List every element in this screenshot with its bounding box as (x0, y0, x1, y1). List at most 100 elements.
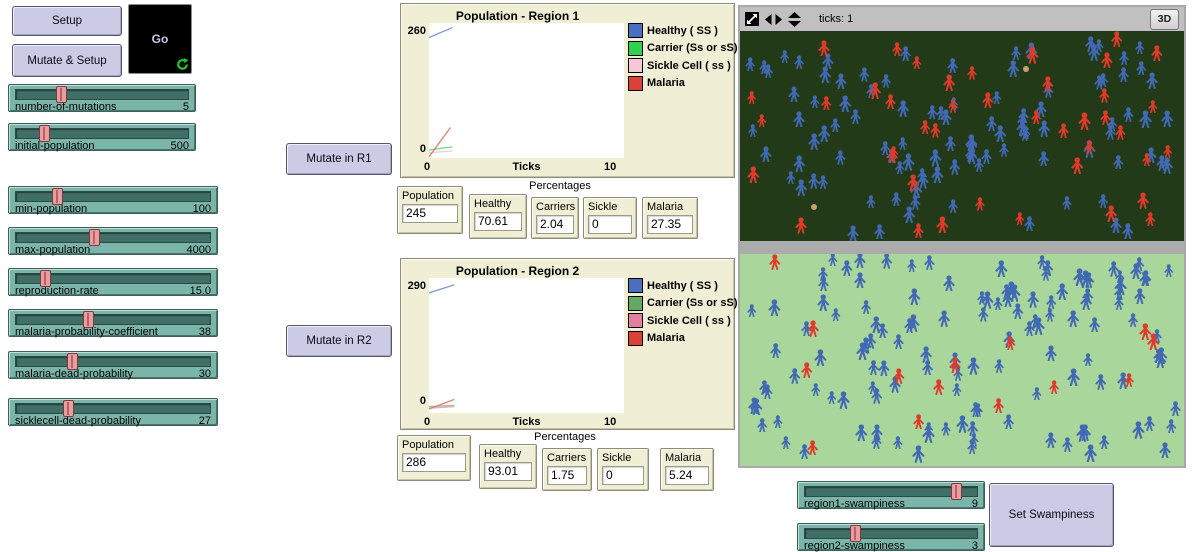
plot-canvas (429, 278, 624, 413)
mutate-and-setup-button[interactable]: Mutate & Setup (12, 44, 122, 77)
plot-region-1: Population - Region 1 260 0 0 Ticks 10 H… (400, 3, 735, 178)
legend-swatch-malaria (628, 76, 643, 91)
slider-region2-swampiness[interactable]: region2-swampiness3 (797, 523, 985, 551)
legend-item: Sickle Cell ( ss ) (628, 58, 737, 73)
slider-max-population[interactable]: max-population4000 (8, 227, 218, 255)
horizontal-arrows-icon[interactable] (765, 14, 782, 25)
region-divider (740, 241, 1184, 254)
go-button[interactable]: Go (128, 4, 192, 74)
population-monitor-r1: Population 245 (397, 186, 463, 234)
legend-swatch-sickle (628, 58, 643, 73)
slider-track[interactable] (15, 314, 211, 325)
monitor-label: Malaria (647, 201, 693, 214)
carriers-monitor-r1: Carriers 2.04 (531, 197, 579, 239)
legend-label: Malaria (647, 332, 685, 344)
mosquito-dot (1023, 66, 1029, 72)
x-axis-label: Ticks (429, 416, 624, 428)
slider-track[interactable] (804, 486, 978, 497)
world-view: ticks: 1 3D (738, 5, 1186, 468)
monitor-value: 27.35 (647, 215, 693, 234)
malaria-monitor-r2: Malaria 5.24 (660, 448, 714, 491)
legend-swatch-sickle (628, 313, 643, 328)
slider-handle[interactable] (63, 400, 74, 417)
slider-handle[interactable] (52, 188, 63, 205)
legend-item: Healthy ( SS ) (628, 278, 737, 293)
monitor-value: 286 (402, 453, 466, 472)
plot-canvas (429, 23, 624, 158)
sickle-monitor-r1: Sickle 0 (583, 197, 637, 239)
view-3d-button[interactable]: 3D (1150, 9, 1179, 30)
monitor-label: Healthy (484, 448, 532, 461)
slider-handle[interactable] (951, 483, 962, 500)
slider-track[interactable] (804, 528, 978, 539)
set-swampiness-button[interactable]: Set Swampiness (989, 483, 1114, 547)
slider-handle[interactable] (56, 86, 67, 103)
monitor-value: 0 (602, 466, 644, 485)
monitor-label: Sickle (588, 201, 632, 214)
setup-button[interactable]: Setup (12, 6, 122, 36)
slider-min-population[interactable]: min-population 100 (8, 186, 218, 214)
slider-label: min-population (15, 204, 87, 215)
forever-icon (176, 58, 189, 71)
slider-track[interactable] (15, 191, 211, 202)
slider-handle[interactable] (89, 229, 100, 246)
slider-handle[interactable] (67, 353, 78, 370)
slider-malaria-dead-probability[interactable]: malaria-dead-probability30 (8, 351, 218, 379)
monitor-value: 70.61 (474, 212, 522, 231)
monitor-value: 1.75 (547, 466, 587, 485)
plot-title: Population - Region 1 (401, 9, 634, 23)
slider-handle[interactable] (83, 311, 94, 328)
healthy-monitor-r1: Healthy 70.61 (469, 194, 527, 239)
legend-item: Carrier (Ss or sS) (628, 41, 737, 56)
mutate-in-r2-button[interactable]: Mutate in R2 (286, 325, 392, 357)
plot-legend: Healthy ( SS ) Carrier (Ss or sS) Sickle… (628, 278, 737, 346)
monitor-value: 93.01 (484, 462, 532, 481)
percentages-header-r1: Percentages (470, 180, 650, 192)
slider-label: malaria-probability-coefficient (15, 327, 158, 338)
population-monitor-r2: Population 286 (397, 435, 471, 481)
legend-item: Carrier (Ss or sS) (628, 296, 737, 311)
resize-view-icon[interactable] (745, 12, 759, 26)
legend-swatch-healthy (628, 23, 643, 38)
legend-label: Carrier (Ss or sS) (647, 297, 737, 309)
slider-region1-swampiness[interactable]: region1-swampiness9 (797, 481, 985, 509)
slider-track[interactable] (15, 128, 189, 139)
monitor-value: 2.04 (536, 215, 574, 234)
slider-reproduction-rate[interactable]: reproduction-rate15.0 (8, 268, 218, 296)
slider-track[interactable] (15, 273, 211, 284)
monitor-label: Healthy (474, 198, 522, 211)
x-axis-label: Ticks (429, 161, 624, 173)
slider-track[interactable] (15, 232, 211, 243)
legend-label: Sickle Cell ( ss ) (647, 60, 731, 72)
legend-item: Healthy ( SS ) (628, 23, 737, 38)
slider-track[interactable] (15, 89, 189, 100)
slider-value: 100 (193, 204, 211, 215)
legend-item: Malaria (628, 331, 737, 346)
slider-label: initial-population (15, 141, 95, 152)
monitor-label: Sickle (602, 452, 644, 465)
slider-initial-population[interactable]: initial-population500 (8, 123, 196, 151)
monitor-value: 5.24 (665, 466, 709, 485)
plot-lines (429, 23, 624, 158)
slider-value: 5 (183, 102, 189, 113)
vertical-arrows-icon[interactable] (788, 12, 801, 27)
slider-track[interactable] (15, 356, 211, 367)
slider-sicklecell-dead-probability[interactable]: sicklecell-dead-probability27 (8, 398, 218, 426)
legend-item: Sickle Cell ( ss ) (628, 313, 737, 328)
legend-label: Sickle Cell ( ss ) (647, 315, 731, 327)
monitor-label: Population (402, 439, 466, 452)
slider-handle[interactable] (40, 270, 51, 287)
slider-handle[interactable] (39, 125, 50, 142)
monitor-value: 0 (588, 215, 632, 234)
y-axis-zero-tick: 0 (403, 395, 426, 407)
x-axis-max-tick: 10 (604, 161, 628, 173)
go-button-label: Go (152, 32, 169, 46)
mutate-in-r1-button[interactable]: Mutate in R1 (286, 143, 392, 175)
slider-track[interactable] (15, 403, 211, 414)
slider-malaria-probability-coefficient[interactable]: malaria-probability-coefficient38 (8, 309, 218, 337)
slider-handle[interactable] (850, 525, 861, 542)
slider-label: reproduction-rate (15, 286, 99, 297)
x-axis-max-tick: 10 (604, 416, 628, 428)
slider-number-of-mutations[interactable]: number-of-mutations5 (8, 84, 196, 112)
plot-region-2: Population - Region 2 290 0 0 Ticks 10 H… (400, 258, 735, 430)
